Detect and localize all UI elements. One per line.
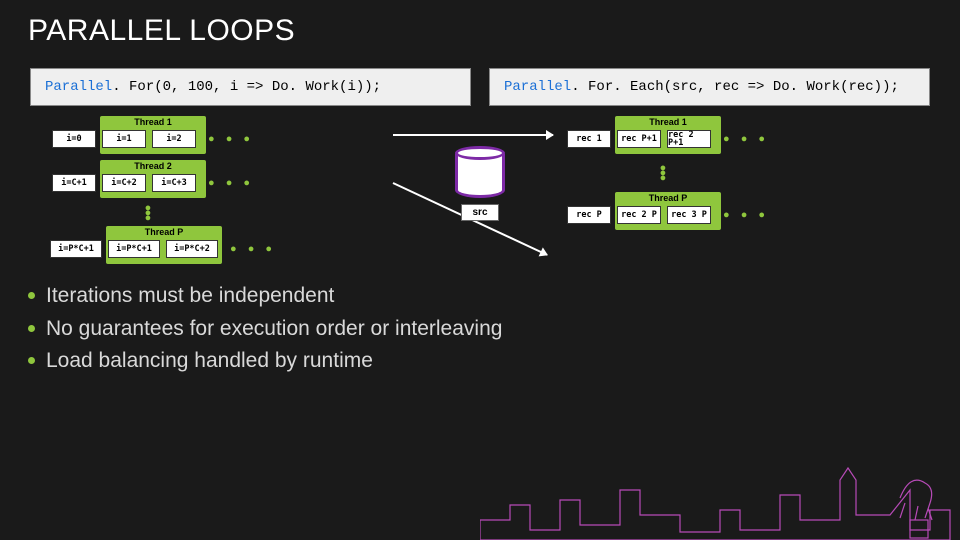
chip: i=C+3 <box>152 174 196 192</box>
chip: i=C+2 <box>102 174 146 192</box>
code-text: . For(0, 100, i => Do. Work(i)); <box>112 79 381 95</box>
chip: i=C+1 <box>52 174 96 192</box>
chip: i=0 <box>52 130 96 148</box>
chip: i=1 <box>102 130 146 148</box>
diagram-left: Thread 1 i=0 i=1 i=2 ● ● ● Thread 2 i=C+… <box>30 110 415 270</box>
chip: rec 1 <box>567 130 611 148</box>
page-title: PARALLEL LOOPS <box>0 0 960 48</box>
src-cylinder: src <box>425 146 535 221</box>
chip-row: i=0 i=1 i=2 ● ● ● <box>52 130 254 148</box>
dots-vertical: ●●● <box>563 164 763 182</box>
chip: rec P+1 <box>617 130 661 148</box>
chip: i=2 <box>152 130 196 148</box>
chip: rec 2 P <box>617 206 661 224</box>
dots-horizontal: ● ● ● <box>202 177 254 189</box>
chip: rec P <box>567 206 611 224</box>
list-item: No guarantees for execution order or int… <box>46 313 930 346</box>
thread-group-1: Thread 1 rec 1 rec P+1 rec 2 P+1 ● ● ● <box>563 116 930 154</box>
chip: i=P*C+1 <box>50 240 102 258</box>
diagram-row: Thread 1 i=0 i=1 i=2 ● ● ● Thread 2 i=C+… <box>0 106 960 270</box>
thread-group-p: Thread P rec P rec 2 P rec 3 P ● ● ● <box>563 192 930 230</box>
src-label: src <box>461 204 498 221</box>
code-keyword: Parallel <box>45 79 112 95</box>
dots-vertical: ●●● <box>48 204 248 222</box>
dots-horizontal: ● ● ● <box>202 133 254 145</box>
chip: i=P*C+2 <box>166 240 218 258</box>
code-row: Parallel. For(0, 100, i => Do. Work(i));… <box>0 48 960 106</box>
chip: i=P*C+1 <box>108 240 160 258</box>
chip: rec 2 P+1 <box>667 130 711 148</box>
dots-horizontal: ● ● ● <box>224 243 276 255</box>
code-keyword: Parallel <box>504 79 571 95</box>
dots-horizontal: ● ● ● <box>717 133 769 145</box>
code-box-for: Parallel. For(0, 100, i => Do. Work(i)); <box>30 68 471 106</box>
chip-row: rec 1 rec P+1 rec 2 P+1 ● ● ● <box>567 130 769 148</box>
code-text: . For. Each(src, rec => Do. Work(rec)); <box>571 79 899 95</box>
arrow-icon <box>393 134 553 136</box>
bullet-list: Iterations must be independent No guaran… <box>0 270 960 378</box>
list-item: Load balancing handled by runtime <box>46 345 930 378</box>
database-icon <box>455 146 505 202</box>
chip-row: i=C+1 i=C+2 i=C+3 ● ● ● <box>52 174 254 192</box>
skyline-decoration <box>480 460 960 540</box>
code-box-foreach: Parallel. For. Each(src, rec => Do. Work… <box>489 68 930 106</box>
thread-group-1: Thread 1 i=0 i=1 i=2 ● ● ● <box>48 116 415 154</box>
chip: rec 3 P <box>667 206 711 224</box>
dots-horizontal: ● ● ● <box>717 209 769 221</box>
list-item: Iterations must be independent <box>46 280 930 313</box>
thread-group-2: Thread 2 i=C+1 i=C+2 i=C+3 ● ● ● <box>48 160 415 198</box>
chip-row: i=P*C+1 i=P*C+1 i=P*C+2 ● ● ● <box>50 240 276 258</box>
thread-group-p: Thread P i=P*C+1 i=P*C+1 i=P*C+2 ● ● ● <box>48 226 415 264</box>
chip-row: rec P rec 2 P rec 3 P ● ● ● <box>567 206 769 224</box>
